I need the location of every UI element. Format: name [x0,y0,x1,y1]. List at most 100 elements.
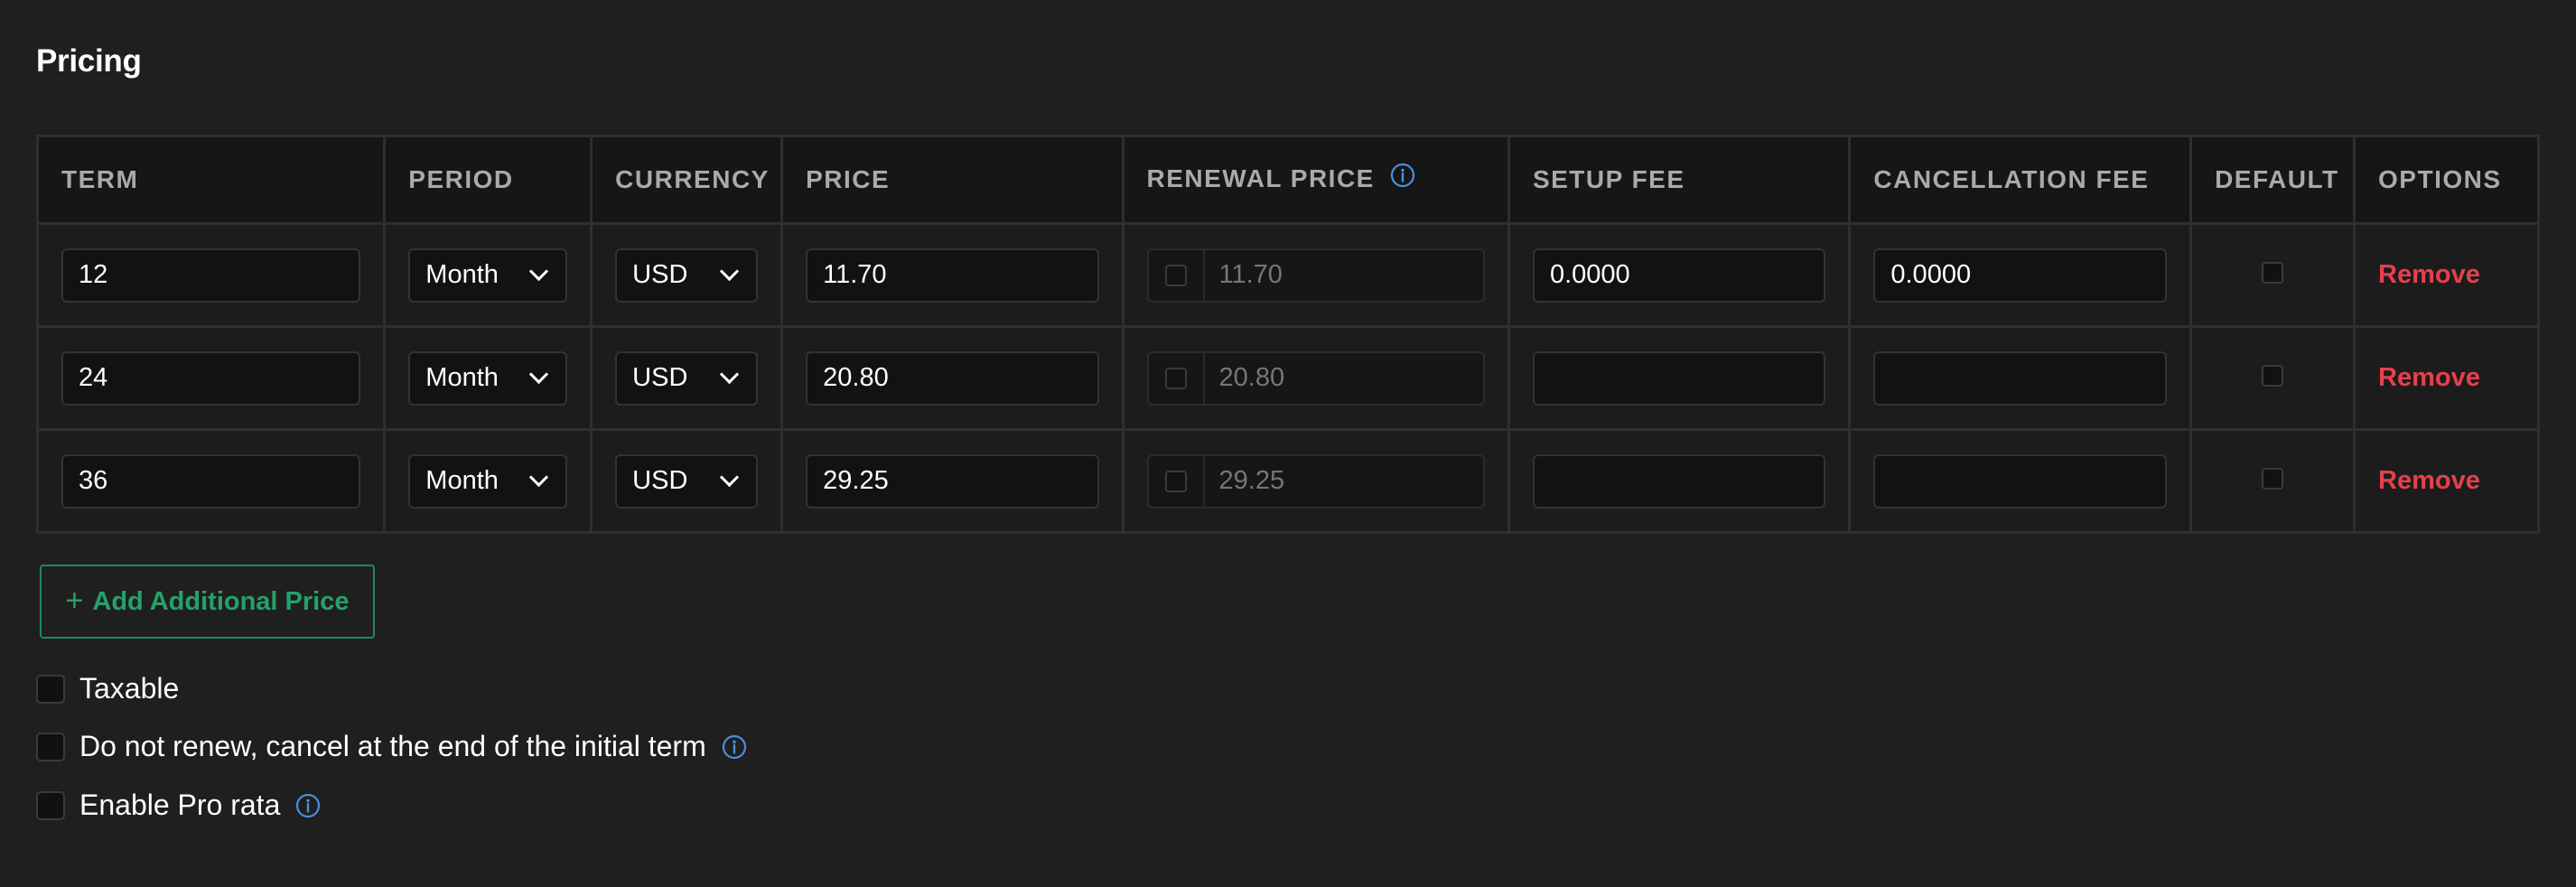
term-cell: 12 [35,222,387,328]
renewal-override-checkbox-wrap [1149,455,1205,507]
price-input[interactable]: 20.80 [806,350,1099,406]
default-checkbox[interactable] [2262,468,2284,490]
setup-fee-input[interactable] [1532,350,1826,406]
add-additional-price-button[interactable]: + Add Additional Price [40,565,375,639]
cancellation-fee-cell: 0.0000 [1848,222,2193,328]
default-cell [2189,325,2357,431]
setup-fee-input[interactable]: 0.0000 [1532,247,1826,303]
renewal-price-cell: 29.25 [1121,428,1510,534]
period-cell: Month [383,325,593,431]
taxable-checkbox[interactable] [36,674,65,704]
default-checkbox[interactable] [2262,365,2284,387]
header-price: PRICE [780,135,1125,225]
currency-select[interactable]: USD [615,453,759,509]
pro-rata-checkbox[interactable] [36,790,65,820]
currency-value: USD [632,363,688,392]
renewal-override-checkbox[interactable] [1164,264,1187,286]
currency-value: USD [632,466,688,495]
section-title: Pricing [36,43,142,79]
renewal-override-checkbox-wrap [1149,352,1205,404]
chevron-down-icon [529,364,549,385]
period-select[interactable]: Month [408,247,568,303]
remove-link[interactable]: Remove [2378,363,2480,392]
plus-icon: + [65,583,84,618]
term-input[interactable]: 24 [61,350,361,406]
term-input[interactable]: 36 [61,453,361,509]
default-checkbox[interactable] [2262,262,2284,284]
chevron-down-icon [529,467,549,488]
options-cell: Remove [2353,325,2540,431]
chevron-down-icon [720,364,740,385]
period-value: Month [425,363,499,392]
renewal-price-group: 29.25 [1146,453,1485,509]
price-cell: 29.25 [780,428,1125,534]
setup-fee-cell [1507,325,1852,431]
price-cell: 11.70 [780,222,1125,328]
header-period: PERIOD [383,135,593,225]
price-cell: 20.80 [780,325,1125,431]
default-cell [2189,428,2357,534]
cancellation-fee-input[interactable]: 0.0000 [1873,247,2168,303]
table-row: 24 Month USD 20.80 20.80 Remove [35,325,2540,431]
taxable-option: Taxable [36,672,179,705]
currency-cell: USD [590,325,784,431]
period-select[interactable]: Month [408,350,568,406]
cancellation-fee-input[interactable] [1873,453,2168,509]
pricing-table: TERM PERIOD CURRENCY PRICE RENEWAL PRICE… [35,135,2540,534]
header-currency: CURRENCY [590,135,784,225]
price-input[interactable]: 29.25 [806,453,1099,509]
chevron-down-icon [529,261,549,282]
chevron-down-icon [720,261,740,282]
cancellation-fee-input[interactable] [1873,350,2168,406]
currency-cell: USD [590,222,784,328]
table-row: 12 Month USD 11.70 11.70 0.0000 0.0000 R… [35,222,2540,328]
info-icon[interactable] [1389,162,1416,195]
table-row: 36 Month USD 29.25 29.25 Remove [35,428,2540,534]
pro-rata-label[interactable]: Enable Pro rata [79,789,280,822]
cancellation-fee-cell [1848,325,2193,431]
renewal-price-cell: 11.70 [1121,222,1510,328]
do-not-renew-checkbox[interactable] [36,732,65,761]
renewal-price-input[interactable]: 29.25 [1205,456,1285,507]
currency-cell: USD [590,428,784,534]
period-cell: Month [383,428,593,534]
header-term: TERM [35,135,387,225]
header-setup-fee: SETUP FEE [1507,135,1852,225]
period-value: Month [425,260,499,289]
period-value: Month [425,466,499,495]
info-icon[interactable] [721,733,748,761]
cancellation-fee-cell [1848,428,2193,534]
renewal-override-checkbox[interactable] [1164,470,1187,492]
table-header-row: TERM PERIOD CURRENCY PRICE RENEWAL PRICE… [35,135,2540,225]
currency-select[interactable]: USD [615,350,759,406]
chevron-down-icon [720,467,740,488]
setup-fee-cell [1507,428,1852,534]
currency-select[interactable]: USD [615,247,759,303]
do-not-renew-option: Do not renew, cancel at the end of the i… [36,730,748,763]
do-not-renew-label[interactable]: Do not renew, cancel at the end of the i… [79,730,706,763]
renewal-override-checkbox[interactable] [1164,367,1187,389]
remove-link[interactable]: Remove [2378,466,2480,495]
remove-link[interactable]: Remove [2378,260,2480,289]
default-cell [2189,222,2357,328]
setup-fee-input[interactable] [1532,453,1826,509]
add-additional-price-label: Add Additional Price [92,586,350,616]
price-input[interactable]: 11.70 [806,247,1099,303]
renewal-price-cell: 20.80 [1121,325,1510,431]
period-select[interactable]: Month [408,453,568,509]
term-cell: 24 [35,325,387,431]
term-input[interactable]: 12 [61,247,361,303]
info-icon[interactable] [294,792,322,819]
options-cell: Remove [2353,222,2540,328]
currency-value: USD [632,260,688,289]
renewal-price-input[interactable]: 11.70 [1205,250,1283,301]
taxable-label[interactable]: Taxable [79,672,179,705]
term-cell: 36 [35,428,387,534]
pro-rata-option: Enable Pro rata [36,789,322,822]
header-default: DEFAULT [2189,135,2357,225]
renewal-override-checkbox-wrap [1149,249,1205,301]
renewal-price-input[interactable]: 20.80 [1205,353,1285,404]
options-cell: Remove [2353,428,2540,534]
renewal-price-group: 11.70 [1146,247,1485,303]
setup-fee-cell: 0.0000 [1507,222,1852,328]
